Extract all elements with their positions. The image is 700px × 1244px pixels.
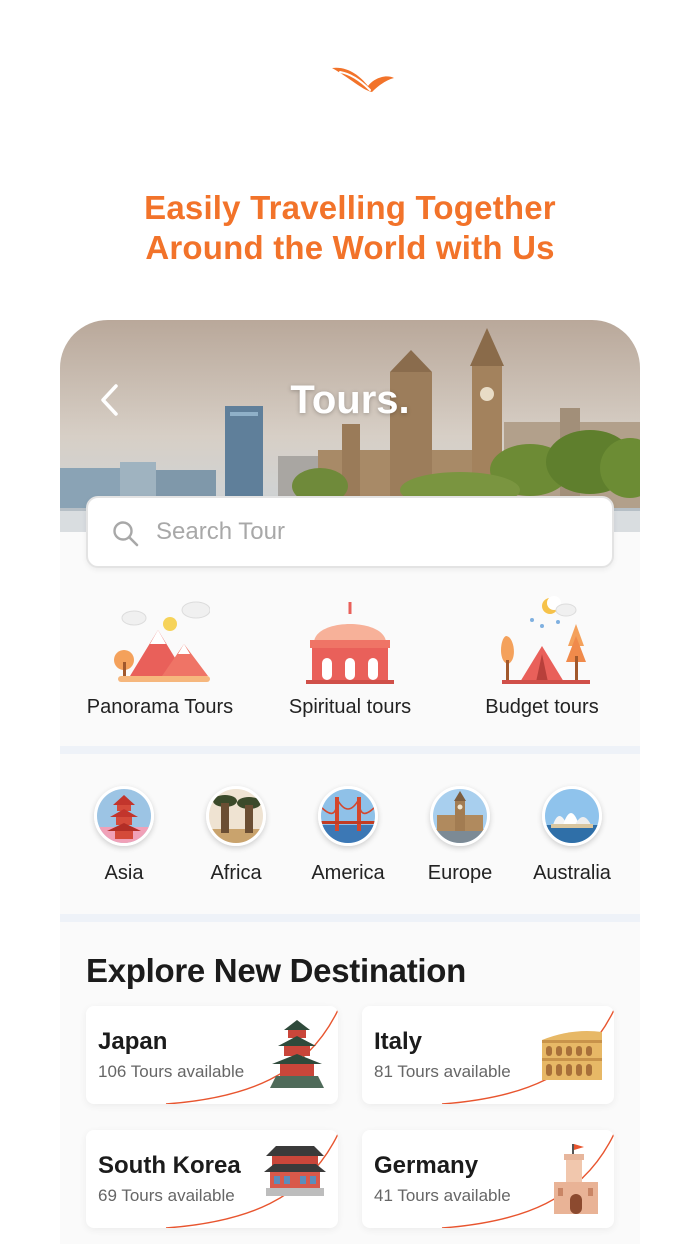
baobab-icon bbox=[206, 786, 266, 846]
tour-categories: Panorama Tours Spiritual tours Budget to… bbox=[60, 588, 640, 746]
big-ben-icon bbox=[430, 786, 490, 846]
region-australia[interactable]: Australia bbox=[516, 782, 628, 892]
region-europe[interactable]: Europe bbox=[404, 782, 516, 892]
brand-logo-icon bbox=[332, 67, 394, 92]
region-label: Asia bbox=[104, 862, 144, 884]
category-label: Panorama Tours bbox=[86, 696, 234, 718]
destination-tour-count: 41 Tours available bbox=[374, 1186, 511, 1205]
region-label: Europe bbox=[427, 862, 493, 884]
destination-name: South Korea bbox=[98, 1152, 241, 1179]
region-label: Africa bbox=[210, 862, 262, 884]
destination-card-germany[interactable]: Germany 41 Tours available bbox=[362, 1130, 614, 1228]
search-icon bbox=[113, 521, 139, 547]
destination-name: Italy bbox=[374, 1028, 423, 1055]
castle-tower-icon bbox=[554, 1144, 598, 1214]
section-divider bbox=[60, 914, 640, 922]
section-divider bbox=[60, 746, 640, 754]
search-bar[interactable] bbox=[86, 496, 614, 568]
destination-card-south-korea[interactable]: South Korea 69 Tours available bbox=[86, 1130, 338, 1228]
destination-tour-count: 106 Tours available bbox=[98, 1062, 245, 1081]
category-spiritual-tours[interactable]: Spiritual tours bbox=[260, 588, 440, 746]
region-list: Asia Africa America Europe Australia bbox=[60, 760, 640, 914]
category-label: Budget tours bbox=[485, 696, 599, 718]
opera-house-icon bbox=[542, 786, 602, 846]
headline-line-2: Around the World with Us bbox=[145, 229, 555, 266]
category-budget-tours[interactable]: Budget tours bbox=[452, 588, 632, 746]
region-asia[interactable]: Asia bbox=[68, 782, 180, 892]
japanese-castle-icon bbox=[270, 1020, 324, 1088]
colosseum-icon bbox=[542, 1031, 602, 1080]
golden-gate-icon bbox=[318, 786, 378, 846]
section-title: Explore New Destination bbox=[86, 952, 467, 989]
pagoda-icon bbox=[94, 786, 154, 846]
destination-tour-count: 81 Tours available bbox=[374, 1062, 511, 1081]
tent-icon bbox=[501, 596, 590, 684]
search-input[interactable] bbox=[156, 512, 596, 552]
category-label: Spiritual tours bbox=[288, 696, 412, 718]
region-america[interactable]: America bbox=[292, 782, 404, 892]
headline-line-1: Easily Travelling Together bbox=[144, 189, 556, 226]
region-label: Australia bbox=[533, 862, 611, 884]
mountain-icon bbox=[114, 601, 210, 682]
region-africa[interactable]: Africa bbox=[180, 782, 292, 892]
category-panorama-tours[interactable]: Panorama Tours bbox=[70, 588, 250, 746]
region-label: America bbox=[311, 862, 385, 884]
mosque-icon bbox=[306, 602, 394, 684]
page-title: Tours. bbox=[290, 378, 410, 422]
korean-palace-icon bbox=[264, 1146, 326, 1196]
phone-mockup: Tours. Panorama Tours bbox=[60, 320, 640, 1244]
destination-name: Japan bbox=[98, 1028, 168, 1055]
destination-name: Germany bbox=[374, 1152, 479, 1179]
headline: Easily Travelling Together Around the Wo… bbox=[0, 188, 700, 268]
destination-tour-count: 69 Tours available bbox=[98, 1186, 235, 1205]
destination-card-italy[interactable]: Italy 81 Tours available bbox=[362, 1006, 614, 1104]
destination-card-japan[interactable]: Japan 106 Tours available bbox=[86, 1006, 338, 1104]
